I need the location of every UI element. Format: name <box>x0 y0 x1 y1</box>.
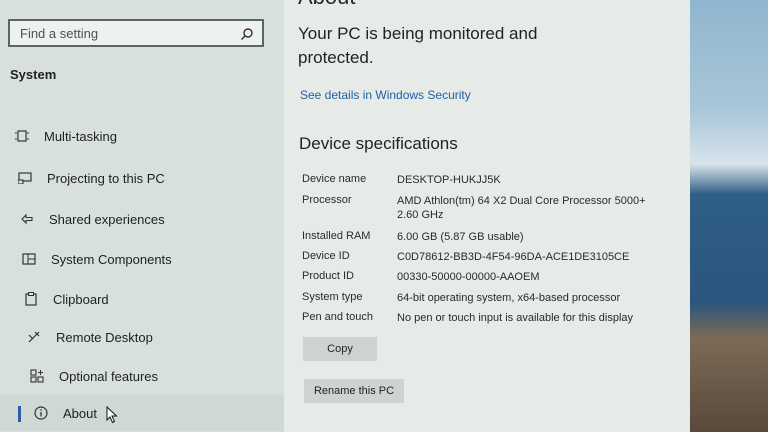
security-status-text: Your PC is being monitored and protected… <box>298 24 538 67</box>
sidebar-item-system-components[interactable]: System Components <box>0 241 284 277</box>
spec-label: Installed RAM <box>302 230 371 242</box>
system-components-icon <box>21 252 37 266</box>
sidebar-item-label: Multi-tasking <box>44 128 117 144</box>
copy-button[interactable]: Copy <box>303 337 377 361</box>
search-placeholder: Find a setting <box>20 26 99 41</box>
sidebar-item-label: Remote Desktop <box>56 329 153 345</box>
sidebar-item-label: Projecting to this PC <box>47 170 165 186</box>
sidebar-item-multitasking[interactable]: Multi-tasking <box>0 118 284 154</box>
remote-desktop-icon <box>26 330 42 344</box>
main-content: About Your PC is being monitored and pro… <box>284 0 690 432</box>
mouse-cursor-icon <box>106 406 118 424</box>
desktop-wallpaper <box>680 0 768 432</box>
sidebar: Find a setting System Multi-tasking Proj… <box>0 0 284 432</box>
windows-security-link[interactable]: See details in Windows Security <box>300 88 471 102</box>
spec-label: Device ID <box>302 250 350 262</box>
optional-features-icon <box>29 369 45 383</box>
spec-value: 64-bit operating system, x64-based proce… <box>397 292 621 304</box>
sidebar-item-label: Shared experiences <box>49 211 165 227</box>
spec-label: System type <box>302 291 363 303</box>
multitasking-icon <box>14 129 30 143</box>
spec-label: Pen and touch <box>302 311 373 323</box>
sidebar-heading: System <box>10 67 57 82</box>
sidebar-item-projecting[interactable]: Projecting to this PC <box>0 160 284 196</box>
page-title: About <box>298 0 356 10</box>
sidebar-item-label: Clipboard <box>53 291 109 307</box>
spec-value: 6.00 GB (5.87 GB usable) <box>397 231 524 243</box>
spec-value: C0D78612-BB3D-4F54-96DA-ACE1DE3105CE <box>397 251 630 263</box>
shared-experiences-icon <box>19 212 35 226</box>
projecting-icon <box>17 171 33 185</box>
sidebar-item-remote-desktop[interactable]: Remote Desktop <box>0 319 284 355</box>
spec-value: DESKTOP-HUKJJ5K <box>397 174 501 186</box>
selection-indicator <box>18 406 21 422</box>
settings-window: Find a setting System Multi-tasking Proj… <box>0 0 690 432</box>
rename-pc-button[interactable]: Rename this PC <box>304 379 404 403</box>
spec-value: 00330-50000-00000-AAOEM <box>397 271 540 283</box>
spec-label: Device name <box>302 173 367 185</box>
spec-label: Product ID <box>302 270 354 282</box>
sidebar-item-label: Optional features <box>59 368 159 384</box>
sidebar-item-optional-features[interactable]: Optional features <box>0 358 284 394</box>
device-specifications-heading: Device specifications <box>299 134 458 153</box>
search-input[interactable]: Find a setting <box>8 19 264 47</box>
spec-value: No pen or touch input is available for t… <box>397 312 634 324</box>
sidebar-item-label: About <box>63 405 97 421</box>
clipboard-icon <box>23 292 39 306</box>
spec-value: AMD Athlon(tm) 64 X2 Dual Core Processor… <box>397 195 646 221</box>
sidebar-item-label: System Components <box>51 251 172 267</box>
spec-label: Processor <box>302 194 352 206</box>
info-icon <box>33 406 49 420</box>
sidebar-item-about[interactable]: About <box>0 395 284 431</box>
search-icon[interactable] <box>240 27 254 41</box>
sidebar-item-clipboard[interactable]: Clipboard <box>0 281 284 317</box>
sidebar-item-shared-experiences[interactable]: Shared experiences <box>0 201 284 237</box>
